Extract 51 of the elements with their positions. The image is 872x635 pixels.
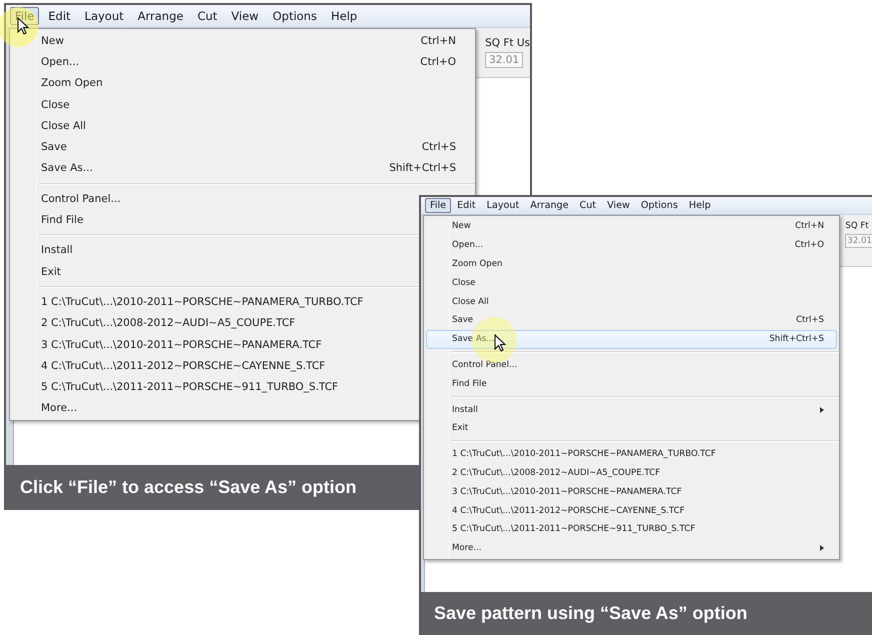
menu-item[interactable]: Install <box>426 400 837 419</box>
menu-bar-item[interactable]: Options <box>268 7 322 25</box>
cursor-icon <box>494 334 506 353</box>
menu-item[interactable]: Install <box>12 240 90 261</box>
menu-bar-item[interactable]: Help <box>326 7 362 25</box>
menu-item[interactable]: 2 C:\TruCut\...\2008-2012~AUDI~A5_COUPE.TCF <box>12 312 312 334</box>
menu-item[interactable]: Zoom Open <box>426 254 516 274</box>
menu-bar-item[interactable]: View <box>602 198 635 213</box>
menu-item[interactable]: Control Panel... <box>426 356 530 374</box>
menu-item[interactable]: Close <box>426 273 488 292</box>
field-label: SQ Ft <box>845 221 869 231</box>
menu-item[interactable]: Close <box>12 94 87 116</box>
menu-item[interactable]: Close All <box>12 115 103 136</box>
menu-bar-item[interactable]: Arrange <box>132 7 188 25</box>
menu-item[interactable]: Save As... Shift+Ctrl+S <box>426 330 837 349</box>
menu-item[interactable]: Find File <box>12 209 100 231</box>
menu-item[interactable]: Open... Ctrl+O <box>426 236 837 255</box>
menu-item[interactable]: Exit <box>12 260 78 282</box>
menu-item[interactable]: 3 C:\TruCut\...\2010-2011~PORSCHE~PANAMERA.TCF <box>12 334 339 356</box>
menu-item[interactable]: Zoom Open <box>12 72 120 94</box>
menu-item[interactable]: More... <box>426 538 837 558</box>
menu-item[interactable]: Find File <box>426 374 500 394</box>
field-label: SQ Ft Us <box>485 37 530 49</box>
menu-item[interactable]: Save Ctrl+S <box>12 136 473 158</box>
menu-bar-item[interactable]: Layout <box>482 198 524 213</box>
menu-item[interactable]: More... <box>12 398 94 420</box>
menu-bar-item[interactable]: Options <box>636 198 683 213</box>
click-highlight <box>0 7 38 47</box>
menu-item[interactable]: Open... Ctrl+O <box>12 51 473 73</box>
menu-item[interactable]: 4 C:\TruCut\...\2011-2012~PORSCHE~CAYENNE_S.TCF <box>12 355 342 376</box>
menu-item[interactable]: Exit <box>426 418 482 438</box>
menu-bar-item[interactable]: Arrange <box>525 198 574 213</box>
menu-item[interactable]: Save Ctrl+S <box>426 310 837 330</box>
menu-item[interactable]: 1 C:\TruCut\...\2010-2011~PORSCHE~PANAMERA_TURBO.TCF <box>12 291 380 313</box>
menu-item[interactable]: 1 C:\TruCut\...\2010-2011~PORSCHE~PANAMERA_TURBO.TCF <box>426 444 729 464</box>
menu-bar-item[interactable]: Edit <box>43 7 76 25</box>
menu-bar-item[interactable]: Cut <box>192 7 222 25</box>
menu-bar-item[interactable]: View <box>226 7 264 25</box>
menu-item[interactable]: 5 C:\TruCut\...\2011-2011~PORSCHE~911_TURBO_S.TCF <box>12 376 356 398</box>
menu-bar-item[interactable]: Edit <box>452 198 481 213</box>
menu-bar-item[interactable]: File <box>425 198 452 213</box>
menu-item[interactable]: New Ctrl+N <box>426 217 837 236</box>
menu-bar-item[interactable]: Layout <box>80 7 129 25</box>
menu-item[interactable]: Save As... Shift+Ctrl+S <box>12 158 473 180</box>
menu-item[interactable]: 5 C:\TruCut\...\2011-2011~PORSCHE~911_TURBO_S.TCF <box>426 520 708 539</box>
menu-item[interactable]: Control Panel... <box>12 188 138 210</box>
caption-bar: Save pattern using “Save As” option <box>421 592 872 635</box>
menu-item[interactable]: New Ctrl+N <box>12 30 473 52</box>
menu-item[interactable]: Close All <box>426 292 502 311</box>
menu-bar-item[interactable]: Help <box>684 198 716 213</box>
menu-bar-item[interactable]: Cut <box>574 198 602 213</box>
